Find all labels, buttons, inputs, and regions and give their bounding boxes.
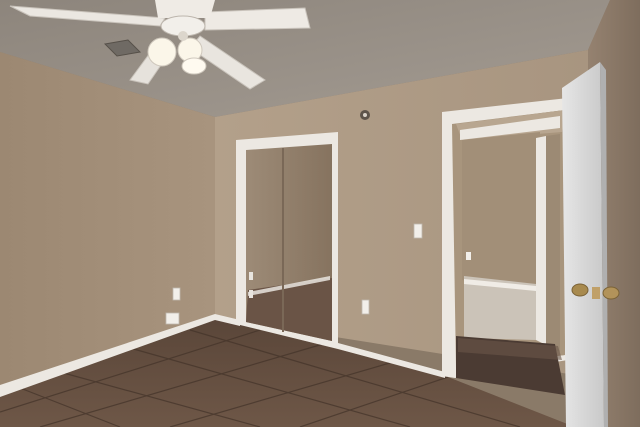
smoke-detector bbox=[360, 110, 370, 120]
light-switch bbox=[413, 223, 423, 239]
door-knob bbox=[602, 286, 620, 300]
wall-outlet bbox=[172, 287, 181, 301]
bedroom-photo bbox=[0, 0, 640, 427]
door-knob bbox=[571, 283, 589, 297]
mirrored-closet-door bbox=[236, 132, 338, 349]
hallway bbox=[456, 110, 565, 395]
wall-outlet bbox=[165, 312, 180, 325]
wall-outlet bbox=[361, 299, 370, 315]
